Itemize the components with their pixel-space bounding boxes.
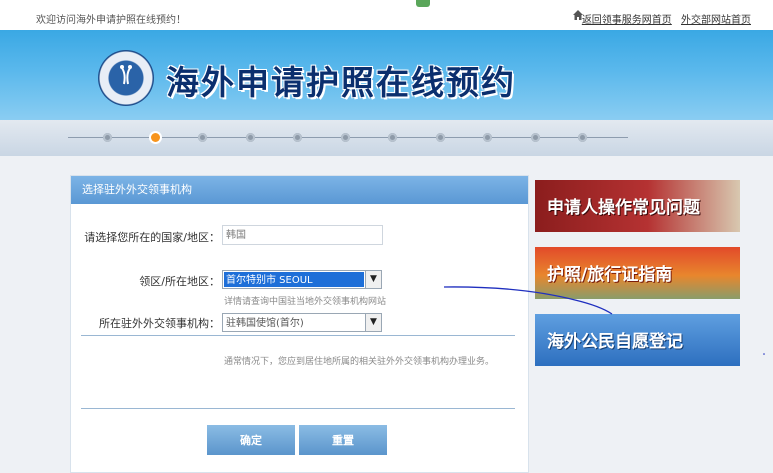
step-dot (340, 133, 350, 142)
embassy-label: 所在驻外外交领事机构： (99, 317, 220, 330)
district-hint: 详情请查询中国驻当地外交领事机构网站 (224, 297, 387, 307)
chevron-down-icon[interactable]: ▼ (365, 314, 381, 331)
embassy-value: 驻韩国使馆(首尔) (226, 318, 304, 329)
chevron-down-icon[interactable]: ▼ (365, 271, 381, 288)
citizen-registration-banner[interactable]: 海外公民自愿登记 (535, 314, 740, 366)
mfa-home-link[interactable]: 外交部网站首页 (681, 15, 751, 26)
consular-district-label: 领区/所在地区： (139, 275, 220, 288)
panel-title: 选择驻外外交领事机构 (71, 176, 528, 204)
top-tab-marker (416, 0, 430, 7)
passport-guide-banner-label: 护照/旅行证指南 (547, 265, 673, 285)
faq-banner[interactable]: 申请人操作常见问题 (535, 180, 740, 232)
faq-banner-label: 申请人操作常见问题 (547, 198, 700, 218)
handling-note: 通常情况下，您应到居住地所属的相关驻外外交领事机构办理业务。 (224, 357, 495, 367)
country-field[interactable]: 韩国 (222, 225, 383, 245)
form-divider (81, 335, 515, 336)
top-links: 返回领事服务网首页 外交部网站首页 (576, 11, 751, 26)
step-dot (245, 133, 255, 142)
reset-button[interactable]: 重置 (299, 425, 387, 455)
step-dot (530, 133, 540, 142)
consular-home-link[interactable]: 返回领事服务网首页 (582, 15, 672, 26)
header-banner: 海外申请护照在线预约 (0, 30, 773, 120)
citizen-registration-banner-label: 海外公民自愿登记 (547, 332, 683, 352)
step-dot (388, 133, 397, 142)
confirm-button[interactable]: 确定 (207, 425, 295, 455)
consular-emblem (98, 50, 154, 106)
button-divider (81, 408, 515, 409)
consular-district-select[interactable]: 首尔特别市 SEOUL ▼ (222, 270, 382, 289)
top-bar: 欢迎访问海外申请护照在线预约！ 返回领事服务网首页 外交部网站首页 (0, 0, 773, 30)
step-dot (103, 133, 112, 142)
embassy-select[interactable]: 驻韩国使馆(首尔) ▼ (222, 313, 382, 332)
step-dot (435, 133, 445, 142)
step-dot (198, 133, 207, 142)
step-dot (578, 133, 587, 142)
step-dot (150, 133, 160, 142)
step-dot (293, 133, 302, 142)
step-dot (483, 133, 492, 142)
consular-district-value: 首尔特别市 SEOUL (224, 272, 364, 287)
step-progress-band (0, 120, 773, 156)
country-label: 请选择您所在的国家/地区： (84, 231, 220, 244)
welcome-text: 欢迎访问海外申请护照在线预约！ (36, 15, 186, 26)
passport-guide-banner[interactable]: 护照/旅行证指南 (535, 247, 740, 299)
page-title: 海外申请护照在线预约 (166, 63, 516, 102)
